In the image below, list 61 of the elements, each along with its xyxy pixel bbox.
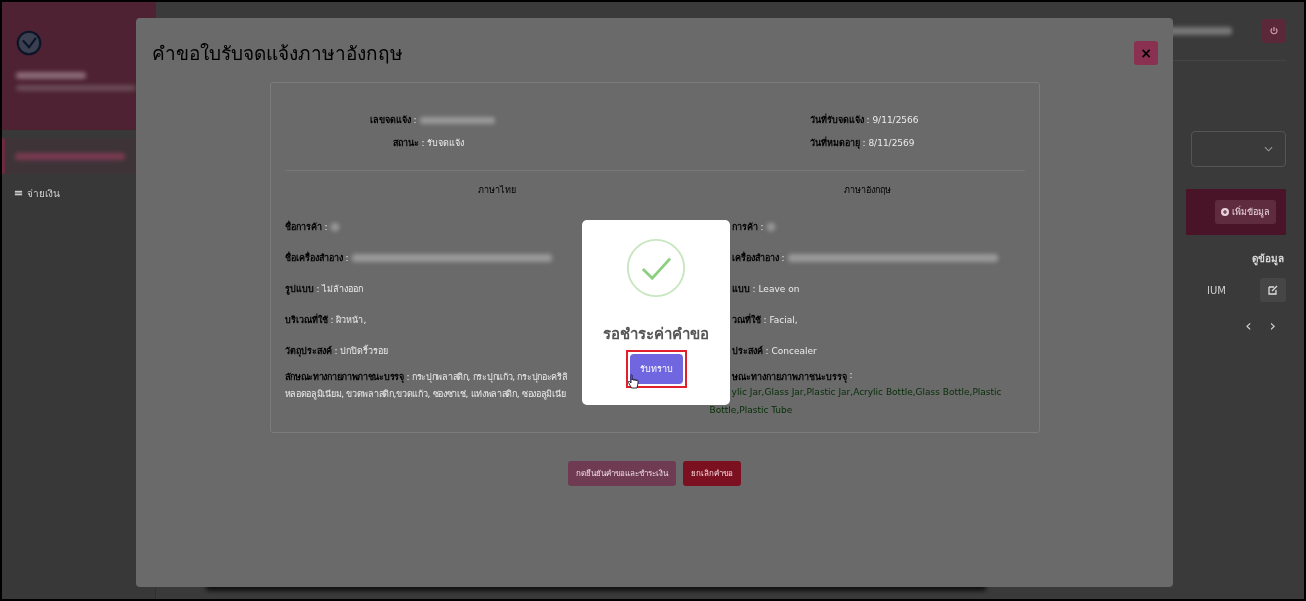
field-label: วันที่รับจดแจ้ง bbox=[809, 113, 864, 127]
plus-icon bbox=[1221, 208, 1229, 216]
field-value: : ไม่ล้างออก bbox=[316, 282, 364, 296]
blurred-value bbox=[766, 222, 775, 231]
sidebar-item[interactable]: จ่ายเงิน bbox=[27, 186, 60, 201]
column-heading: ภาษาไทย bbox=[477, 184, 518, 197]
previous-page-button[interactable]: ‹ bbox=[1245, 316, 1252, 335]
caret-icon bbox=[1264, 146, 1273, 152]
edit-button[interactable] bbox=[1260, 278, 1286, 302]
modal-title: คำขอใบรับจดแจ้งภาษาอังกฤษ bbox=[152, 41, 403, 66]
field-label: ลักษณะทางกายภาพภาชนะบรรจุ bbox=[284, 371, 404, 384]
blurred-value bbox=[330, 222, 339, 231]
field-value: : Leave on bbox=[752, 283, 800, 294]
confirm-button[interactable]: กดยืนยันคำขอและชำระเงิน bbox=[568, 461, 676, 486]
field-label: เครื่องสำอาง bbox=[731, 250, 779, 265]
field-label: วัตถุประสงค์ bbox=[284, 344, 332, 358]
hand-cursor-icon bbox=[627, 374, 639, 390]
select-field[interactable] bbox=[1191, 131, 1286, 167]
power-button[interactable] bbox=[1262, 19, 1286, 43]
blurred-text bbox=[16, 72, 86, 79]
field-label: ษณะทางกายภาพภาชนะบรรจุ bbox=[731, 371, 847, 384]
field-value: หลอดอลูมิเนียม, ขวดพลาสติก,ขวดแก้ว, ซองซาเช่, แท่งพลาสติก, ซองอลูมิเนีย bbox=[284, 388, 567, 401]
field-value: : bbox=[849, 370, 853, 382]
field-label: วันที่หมดอายุ bbox=[809, 136, 860, 150]
field-label: ชื่อการค้า bbox=[284, 219, 322, 234]
field-value: : กระปุกพลาสติก, กระปุกแก้ว, กระปุกอะคริลิ bbox=[406, 371, 568, 384]
field-label: แบบ bbox=[731, 282, 750, 296]
field-value: : bbox=[324, 221, 328, 232]
logo-icon bbox=[16, 30, 42, 56]
add-button[interactable]: เพิ่มข้อมูล bbox=[1215, 200, 1276, 224]
field-value: : bbox=[413, 115, 417, 125]
field-value: : รับจดแจ้ง bbox=[421, 137, 465, 150]
field-label: สถานะ bbox=[392, 137, 419, 150]
power-icon bbox=[1269, 26, 1279, 36]
field-value: : 8/11/2569 bbox=[862, 138, 915, 148]
field-label: รูปแบบ bbox=[284, 282, 314, 296]
field-label: วณที่ใช้ bbox=[731, 312, 761, 327]
field-label: ชื่อเครื่องสำอาง bbox=[284, 250, 343, 265]
next-page-button[interactable]: › bbox=[1269, 316, 1276, 335]
cancel-button[interactable]: ยกเลิกคำขอ bbox=[683, 461, 741, 486]
field-value: ylic Jar,Glass Jar,Plastic Jar,Acrylic Bottle,Glass Bottle,Plastic bbox=[730, 387, 1003, 397]
field-value: : 9/11/2566 bbox=[866, 115, 919, 125]
table-cell: IUM bbox=[1207, 284, 1226, 296]
field-value: : bbox=[781, 252, 785, 263]
field-value: : ผิวหน้า, bbox=[330, 313, 367, 327]
field-value: Bottle,Plastic Tube bbox=[709, 405, 794, 415]
field-label: บริเวณที่ใช้ bbox=[284, 312, 328, 327]
field-value: : bbox=[760, 221, 764, 232]
edit-icon bbox=[1268, 285, 1278, 295]
field-value: : Facial, bbox=[763, 314, 798, 325]
field-label: ประสงค์ bbox=[731, 344, 763, 358]
field-value: : bbox=[345, 252, 349, 263]
table-header: ดูข้อมูล bbox=[1252, 252, 1285, 266]
field-value: : ปกปิดริ้วรอย bbox=[334, 344, 389, 358]
field-label: การค้า bbox=[731, 220, 758, 234]
success-check-icon bbox=[626, 238, 686, 298]
field-value: : Concealer bbox=[765, 345, 817, 356]
acknowledge-button[interactable]: รับทราบ bbox=[629, 354, 683, 384]
alert-title: รอชำระค่าคำขอ bbox=[603, 324, 709, 345]
field-label: เลขจดแจ้ง bbox=[369, 114, 411, 127]
column-heading: ภาษาอังกฤษ bbox=[842, 184, 892, 197]
